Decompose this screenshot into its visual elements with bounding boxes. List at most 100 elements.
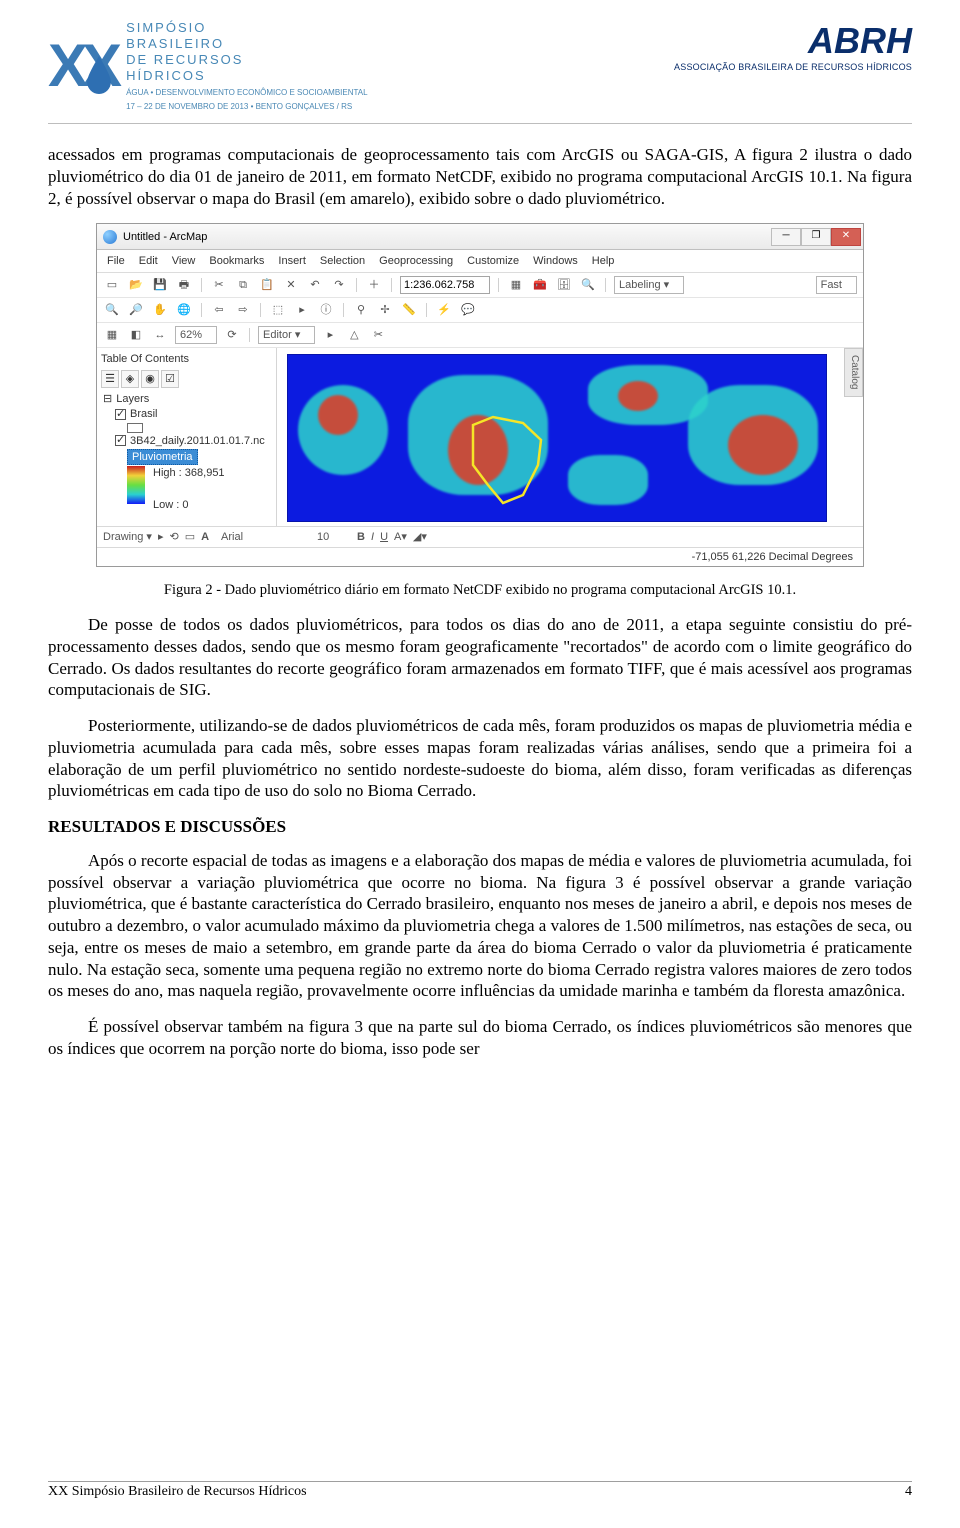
new-icon[interactable]: ▭ bbox=[103, 276, 121, 294]
para-4: Após o recorte espacial de todas as imag… bbox=[48, 850, 912, 1002]
figure-2-block: Untitled - ArcMap ─ ❐ ✕ File Edit View B… bbox=[48, 223, 912, 600]
fast-combo[interactable]: Fast bbox=[816, 276, 857, 294]
text-tool-icon[interactable]: A bbox=[201, 530, 209, 544]
fill-color-icon[interactable]: ◢▾ bbox=[413, 530, 427, 544]
italic-button[interactable]: I bbox=[371, 530, 374, 544]
edit-vertices-icon[interactable]: △ bbox=[345, 326, 363, 344]
back-icon[interactable]: ⇦ bbox=[210, 301, 228, 319]
font-size-combo[interactable]: 10 bbox=[317, 530, 351, 544]
para-5: É possível observar também na figura 3 q… bbox=[48, 1016, 912, 1060]
measure-icon[interactable]: 📏 bbox=[400, 301, 418, 319]
catalog-tab[interactable]: Catalog bbox=[844, 348, 863, 396]
left-logo-block: X X SIMPÓSIO BRASILEIRO DE RECURSOS HÍDR… bbox=[48, 20, 368, 111]
font-color-icon[interactable]: A▾ bbox=[394, 530, 407, 544]
close-button[interactable]: ✕ bbox=[831, 228, 861, 246]
map-canvas[interactable] bbox=[287, 354, 827, 522]
pointer-icon[interactable]: ▸ bbox=[293, 301, 311, 319]
undo-icon[interactable]: ↶ bbox=[306, 276, 324, 294]
toolbox-icon[interactable]: 🧰 bbox=[531, 276, 549, 294]
menu-bookmarks[interactable]: Bookmarks bbox=[209, 254, 264, 268]
menu-view[interactable]: View bbox=[172, 254, 196, 268]
layer2-label[interactable]: 3B42_daily.2011.01.01.7.nc bbox=[130, 434, 265, 448]
zoom-in-icon[interactable]: 🔍 bbox=[103, 301, 121, 319]
goto-xy-icon[interactable]: ✢ bbox=[376, 301, 394, 319]
delete-icon[interactable]: ✕ bbox=[282, 276, 300, 294]
select-elements-icon[interactable]: ▸ bbox=[158, 530, 164, 544]
rectangle-icon[interactable]: ▭ bbox=[185, 530, 195, 544]
forward-icon[interactable]: ⇨ bbox=[234, 301, 252, 319]
toc-list-by-selection-icon[interactable]: ☑ bbox=[161, 370, 179, 388]
zoom-combo[interactable]: 62% bbox=[175, 326, 217, 344]
menu-geoprocessing[interactable]: Geoprocessing bbox=[379, 254, 453, 268]
bold-button[interactable]: B bbox=[357, 530, 365, 544]
maximize-button[interactable]: ❐ bbox=[801, 228, 831, 246]
layer2-band[interactable]: Pluviometria bbox=[127, 449, 198, 465]
scale-input[interactable] bbox=[400, 276, 490, 294]
search-icon[interactable]: 🔍 bbox=[579, 276, 597, 294]
layer2-checkbox[interactable] bbox=[115, 435, 126, 446]
paste-icon[interactable]: 📋 bbox=[258, 276, 276, 294]
copy-icon[interactable]: ⧉ bbox=[234, 276, 252, 294]
editor-combo[interactable]: Editor ▾ bbox=[258, 326, 315, 344]
logo-line-3: DE RECURSOS bbox=[126, 52, 368, 67]
hyperlink-icon[interactable]: ⚡ bbox=[435, 301, 453, 319]
drawing-combo[interactable]: Drawing ▾ bbox=[103, 530, 152, 544]
add-data-icon[interactable]: ＋ bbox=[365, 276, 383, 294]
print-icon[interactable]: 🖶 bbox=[175, 276, 193, 294]
para-3: Posteriormente, utilizando-se de dados p… bbox=[48, 715, 912, 802]
layer1-symbol bbox=[127, 423, 143, 433]
water-drop-icon bbox=[84, 56, 114, 94]
menubar: File Edit View Bookmarks Insert Selectio… bbox=[97, 250, 863, 273]
menu-file[interactable]: File bbox=[107, 254, 125, 268]
toc-list-by-drawing-icon[interactable]: ☰ bbox=[101, 370, 119, 388]
pan-icon[interactable]: ✋ bbox=[151, 301, 169, 319]
html-popup-icon[interactable]: 💬 bbox=[459, 301, 477, 319]
edit-tool-icon[interactable]: ▸ bbox=[321, 326, 339, 344]
redo-icon[interactable]: ↷ bbox=[330, 276, 348, 294]
georef-icon[interactable]: ▦ bbox=[103, 326, 121, 344]
layer1-label[interactable]: Brasil bbox=[130, 407, 158, 421]
toc-list-by-source-icon[interactable]: ◈ bbox=[121, 370, 139, 388]
section-heading: RESULTADOS E DISCUSSÕES bbox=[48, 816, 912, 838]
find-icon[interactable]: ⚲ bbox=[352, 301, 370, 319]
rotate-icon[interactable]: ⟲ bbox=[169, 530, 178, 544]
refresh-icon[interactable]: ⟳ bbox=[223, 326, 241, 344]
logo-line-4: HÍDRICOS bbox=[126, 68, 368, 83]
abrh-sub: ASSOCIAÇÃO BRASILEIRA DE RECURSOS HÍDRIC… bbox=[674, 62, 912, 72]
menu-selection[interactable]: Selection bbox=[320, 254, 365, 268]
zoom-out-icon[interactable]: 🔎 bbox=[127, 301, 145, 319]
menu-windows[interactable]: Windows bbox=[533, 254, 578, 268]
legend-high: High : 368,951 bbox=[153, 466, 225, 480]
menu-edit[interactable]: Edit bbox=[139, 254, 158, 268]
toc-list-by-visibility-icon[interactable]: ◉ bbox=[141, 370, 159, 388]
menu-help[interactable]: Help bbox=[592, 254, 615, 268]
effects-icon[interactable]: ◧ bbox=[127, 326, 145, 344]
minimize-button[interactable]: ─ bbox=[771, 228, 801, 246]
layers-node[interactable]: ⊟ bbox=[103, 392, 112, 406]
select-icon[interactable]: ⬚ bbox=[269, 301, 287, 319]
xx-logo: X X bbox=[48, 42, 116, 90]
full-extent-icon[interactable]: 🌐 bbox=[175, 301, 193, 319]
labeling-combo[interactable]: Labeling ▾ bbox=[614, 276, 684, 294]
catalog-icon[interactable]: 🗄 bbox=[555, 276, 573, 294]
menu-insert[interactable]: Insert bbox=[278, 254, 306, 268]
cut-icon[interactable]: ✂ bbox=[210, 276, 228, 294]
swipe-icon[interactable]: ↔ bbox=[151, 326, 169, 344]
coords-text: -71,055 61,226 Decimal Degrees bbox=[692, 550, 853, 564]
titlebar: Untitled - ArcMap ─ ❐ ✕ bbox=[97, 224, 863, 250]
figure-caption: Figura 2 - Dado pluviométrico diário em … bbox=[48, 581, 912, 600]
logo-left-text: SIMPÓSIO BRASILEIRO DE RECURSOS HÍDRICOS… bbox=[126, 20, 368, 111]
identify-icon[interactable]: ⓘ bbox=[317, 301, 335, 319]
underline-button[interactable]: U bbox=[380, 530, 388, 544]
open-icon[interactable]: 📂 bbox=[127, 276, 145, 294]
editor-toolbar-icon[interactable]: ▦ bbox=[507, 276, 525, 294]
arcmap-icon bbox=[103, 230, 117, 244]
save-icon[interactable]: 💾 bbox=[151, 276, 169, 294]
toolbar-1: ▭ 📂 💾 🖶 ✂ ⧉ 📋 ✕ ↶ ↷ ＋ ▦ 🧰 🗄 🔍 bbox=[97, 273, 863, 298]
font-combo[interactable]: Arial bbox=[221, 530, 311, 544]
arcmap-window: Untitled - ArcMap ─ ❐ ✕ File Edit View B… bbox=[96, 223, 864, 567]
layer1-checkbox[interactable] bbox=[115, 409, 126, 420]
menu-customize[interactable]: Customize bbox=[467, 254, 519, 268]
page-header: X X SIMPÓSIO BRASILEIRO DE RECURSOS HÍDR… bbox=[0, 0, 960, 119]
split-icon[interactable]: ✂ bbox=[369, 326, 387, 344]
